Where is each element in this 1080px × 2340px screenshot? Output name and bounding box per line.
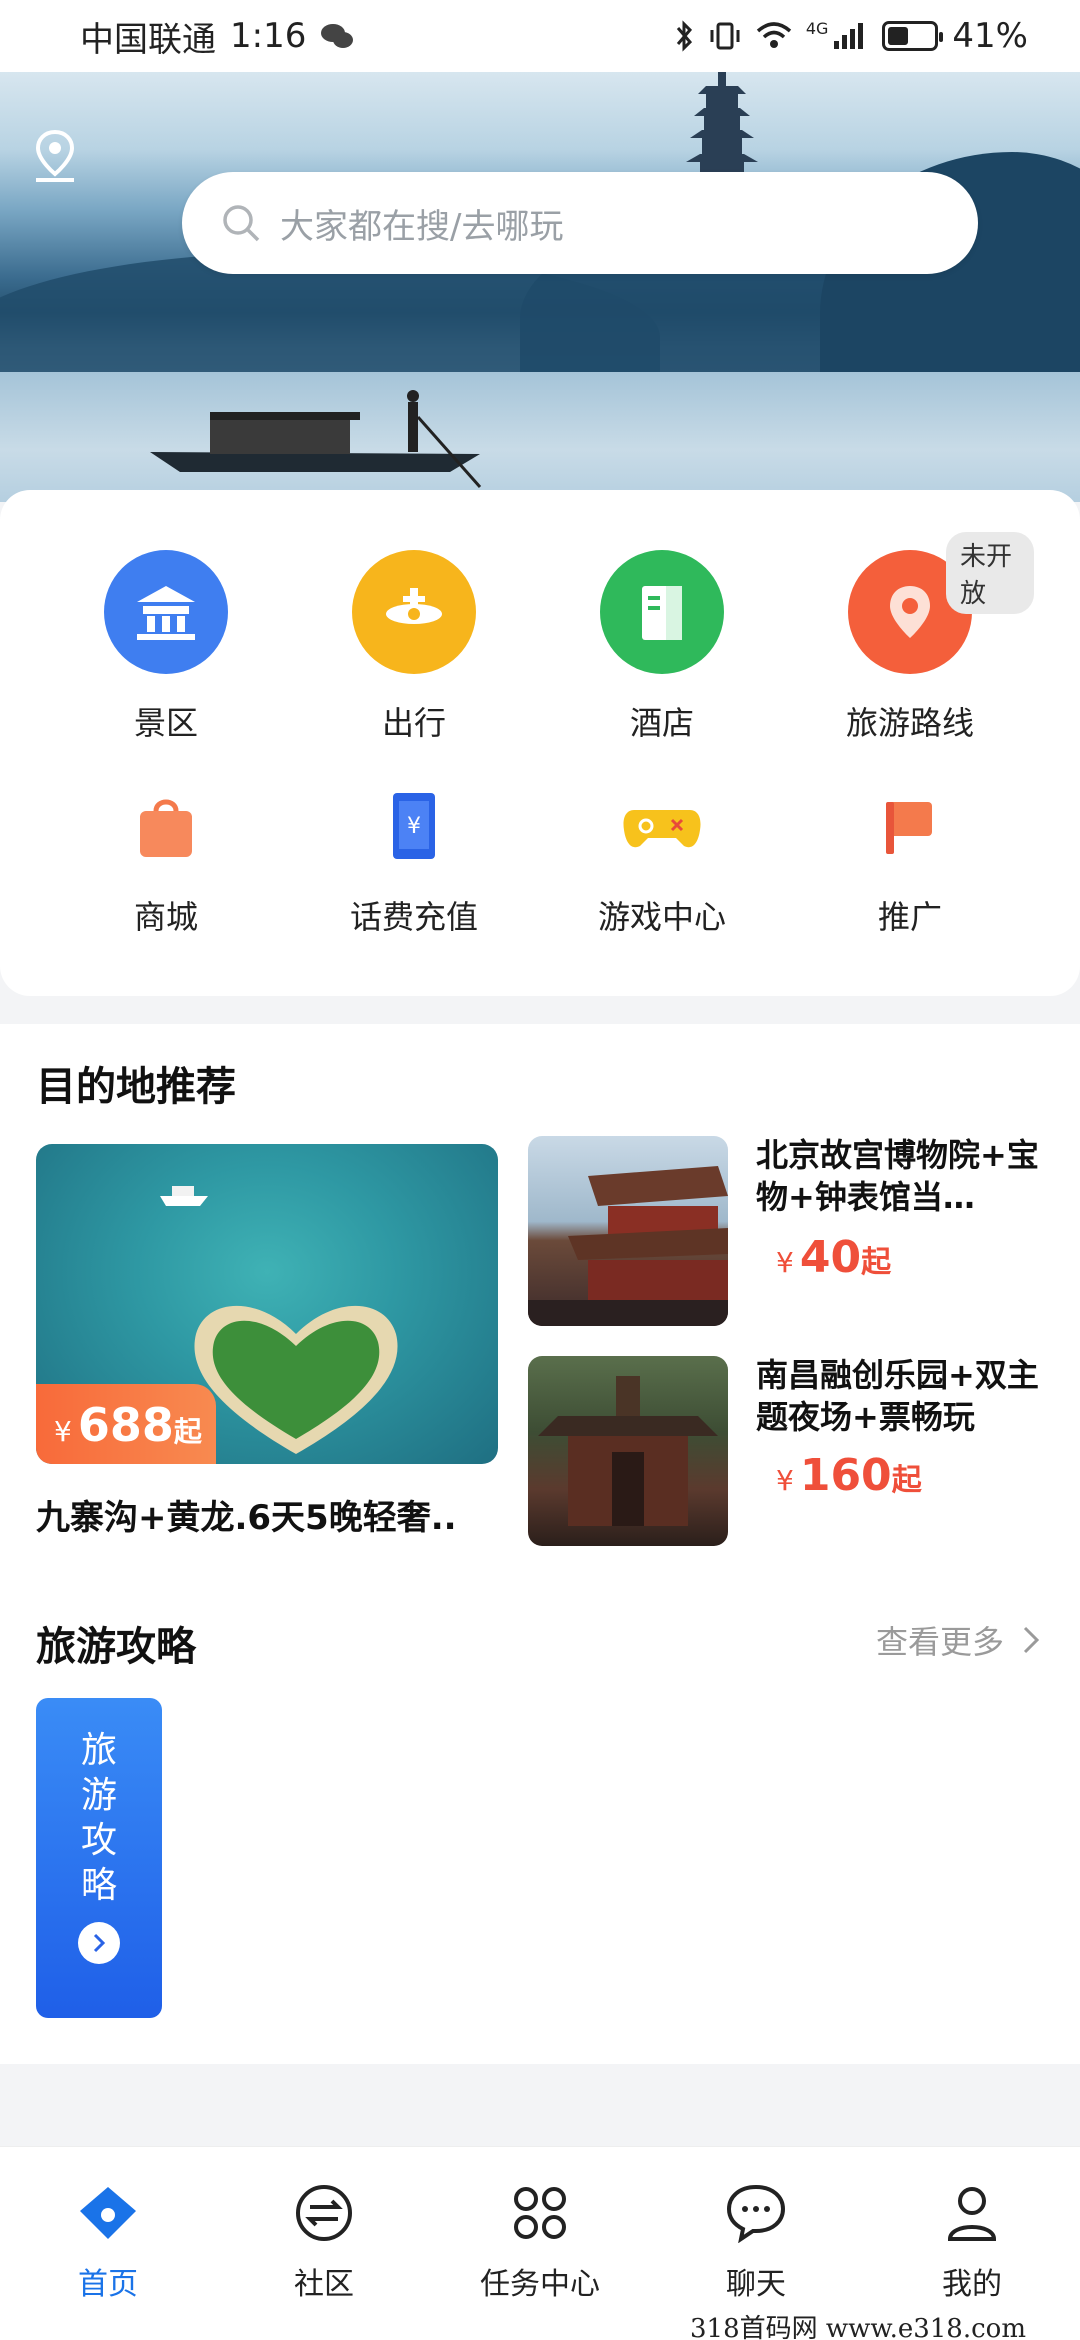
destination-thumbnail[interactable] (528, 1356, 728, 1546)
search-icon (223, 205, 260, 242)
carrier-label: 中国联通 (80, 19, 216, 60)
menu-label: 旅游路线 (845, 704, 974, 742)
see-more-label: 查看更多 (875, 1623, 1004, 1661)
tab-home[interactable]: 首页 (0, 2147, 216, 2340)
airplane-icon (352, 550, 476, 674)
signal-icon (834, 23, 864, 49)
menu-item-hotel[interactable]: 酒店 (538, 550, 786, 744)
bluetooth-icon (676, 20, 692, 52)
see-more-link[interactable]: 查看更多 (876, 1617, 1040, 1663)
home-icon (76, 2181, 140, 2245)
nav-label: 首页 (78, 2267, 138, 2302)
price-suffix: 起 (173, 1415, 202, 1448)
apps-icon (508, 2181, 572, 2245)
destination-thumbnail[interactable] (528, 1136, 728, 1326)
menu-label: 话费充值 (349, 898, 478, 936)
menu-label: 推广 (877, 898, 942, 936)
main-content: 目的地推荐 ¥ 688 起 九寨沟+黄龙.6天5晚轻奢.. 北京故宫博物院+宝物… (0, 1024, 1080, 2064)
currency-symbol: ¥ (776, 1464, 794, 1497)
menu-label: 出行 (381, 704, 446, 742)
price-value: 40 (799, 1232, 862, 1283)
status-badge: 未开放 (946, 532, 1034, 614)
watermark: 318首码网 www.e318.com (690, 2314, 1026, 2340)
yacht-image (160, 1186, 208, 1206)
gamepad-icon (622, 786, 702, 866)
section-title: 目的地推荐 (36, 1064, 236, 1110)
menu-label: 酒店 (629, 704, 694, 742)
status-bar: 中国联通 1:16 4G 41% (0, 0, 1080, 72)
currency-symbol: ¥ (54, 1415, 72, 1448)
svg-text:¥: ¥ (407, 814, 421, 839)
price-tag: ¥ 688 起 (36, 1384, 216, 1464)
section-title: 旅游攻略 (36, 1624, 196, 1670)
nav-label: 我的 (942, 2267, 1002, 2302)
menu-label: 景区 (133, 704, 198, 742)
menu-item-recharge[interactable]: ¥ 话费充值 (290, 786, 538, 938)
hero-banner[interactable] (0, 72, 1080, 502)
vibrate-icon (710, 22, 740, 50)
network-type: 4G (805, 18, 829, 38)
pagoda-image (686, 72, 758, 182)
menu-label: 游戏中心 (597, 898, 726, 936)
search-bar[interactable]: 大家都在搜/去哪玩 (182, 172, 978, 274)
recharge-icon: ¥ (374, 786, 454, 866)
currency-symbol: ¥ (776, 1246, 794, 1279)
quick-menu: 景区 出行 酒店 未开放 旅游路线 商城 ¥ 话费充值 游戏中心 推广 (0, 490, 1080, 996)
price-value: 688 (77, 1398, 174, 1452)
wifi-icon (756, 22, 791, 48)
boat-image (150, 390, 482, 488)
menu-item-route[interactable]: 未开放 旅游路线 (786, 532, 1034, 744)
price-tag: ¥ 160 起 (776, 1450, 922, 1501)
scenic-temple-icon (104, 550, 228, 674)
shopping-bag-icon (126, 786, 206, 866)
price-value: 160 (799, 1450, 892, 1501)
price-tag: ¥ 40 起 (776, 1232, 891, 1283)
arrow-right-icon (78, 1922, 120, 1964)
user-icon (940, 2181, 1004, 2245)
destination-title[interactable]: 南昌融创乐园+双主题夜场+票畅玩 (756, 1354, 1056, 1438)
location-icon[interactable] (30, 128, 80, 184)
menu-item-travel[interactable]: 出行 (290, 550, 538, 744)
wechat-icon (321, 24, 354, 48)
gate-image (538, 1376, 718, 1526)
menu-item-promote[interactable]: 推广 (786, 786, 1034, 938)
flag-icon (870, 786, 950, 866)
price-suffix: 起 (891, 1463, 922, 1498)
chevron-right-icon (1023, 1626, 1040, 1654)
search-placeholder: 大家都在搜/去哪玩 (280, 206, 564, 247)
menu-item-mall[interactable]: 商城 (42, 786, 290, 938)
battery-percent: 41% (952, 16, 1028, 56)
nav-label: 聊天 (726, 2267, 786, 2302)
palace-image (528, 1166, 728, 1326)
menu-item-scenic[interactable]: 景区 (42, 550, 290, 744)
menu-label: 商城 (133, 898, 198, 936)
nav-label: 任务中心 (480, 2267, 600, 2302)
battery-icon (882, 21, 944, 51)
menu-item-games[interactable]: 游戏中心 (538, 786, 786, 938)
nav-label: 社区 (294, 2267, 354, 2302)
clock: 1:16 (230, 16, 307, 56)
chat-bubble-icon (724, 2181, 788, 2245)
guide-card-label: 旅游攻略 (80, 1730, 117, 1906)
price-suffix: 起 (861, 1245, 892, 1280)
travel-guide-card[interactable]: 旅游攻略 (36, 1698, 162, 2018)
tab-tasks[interactable]: 任务中心 (432, 2147, 648, 2340)
destination-title[interactable]: 北京故宫博物院+宝物+钟表馆当… (756, 1134, 1056, 1218)
featured-destination-title[interactable]: 九寨沟+黄龙.6天5晚轻奢.. (36, 1490, 506, 1539)
featured-destination-card[interactable]: ¥ 688 起 (36, 1144, 498, 1464)
hotel-icon (600, 550, 724, 674)
tab-community[interactable]: 社区 (216, 2147, 432, 2340)
exchange-icon (292, 2181, 356, 2245)
